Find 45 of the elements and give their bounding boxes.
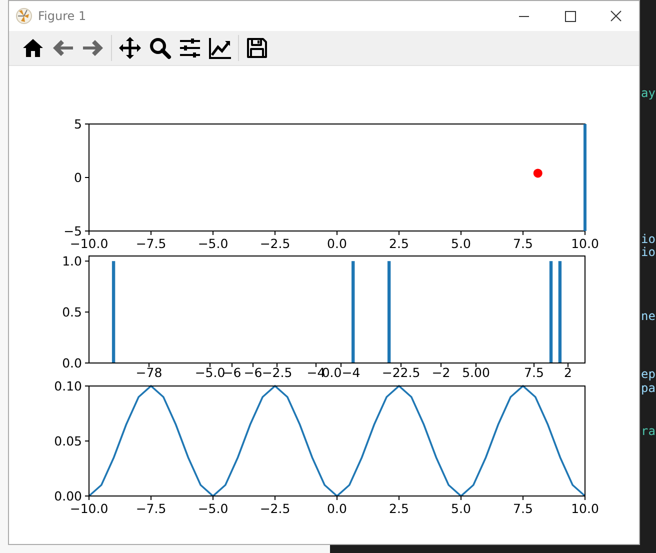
tick-label: 0 <box>74 170 82 185</box>
tick-label: −5.0 <box>194 365 226 379</box>
code-text: ep <box>641 367 656 381</box>
code-text: pa <box>641 381 656 395</box>
tick-label: 10.0 <box>571 501 599 516</box>
tick-label: 0.00 <box>54 488 82 504</box>
tick-label: 7.5 <box>513 501 533 516</box>
window-title: Figure 1 <box>38 9 86 23</box>
tick-label: −6 <box>244 365 262 379</box>
tick-label: 0.10 <box>54 379 82 394</box>
tick-label: 0.0 <box>327 501 347 516</box>
tick-label: 2.5 <box>389 236 409 251</box>
tick-label: 5 <box>74 116 82 132</box>
tick-label: 0.0 <box>62 356 82 370</box>
tick-label: −2 <box>432 365 450 379</box>
tick-label: 0.05 <box>54 434 82 448</box>
tick-label: 7.5 <box>513 236 533 251</box>
tick-label: −7.5 <box>136 236 166 251</box>
tick-label: 2 <box>564 365 572 379</box>
tick-label: 5.0 <box>451 236 471 251</box>
tick-label: 7.5 <box>524 365 544 379</box>
tick-label: 5.00 <box>462 365 490 379</box>
tick-label: −78 <box>136 365 162 379</box>
tick-label: −22.5 <box>382 365 420 379</box>
tick-label: −5.0 <box>198 501 228 516</box>
code-text: ay <box>641 86 656 100</box>
tick-label: −5 <box>64 224 82 238</box>
tick-label: 0.0 <box>327 236 347 251</box>
code-text: ra <box>641 424 656 438</box>
tick-label: −7.5 <box>136 501 166 516</box>
tick-label: 10.0 <box>571 236 599 251</box>
tick-label: −6 <box>222 365 242 379</box>
tick-label: −2.5 <box>260 236 290 251</box>
tick-label: −5.0 <box>198 236 228 251</box>
tick-label: 2.5 <box>389 501 409 516</box>
tick-label: −2.5 <box>260 501 290 516</box>
code-text: io <box>641 245 656 259</box>
tick-label: −10.0 <box>70 501 108 516</box>
tick-label: 1.0 <box>62 254 82 269</box>
code-text: ne <box>641 309 656 323</box>
tick-label: −10.0 <box>70 236 108 251</box>
tick-label: 0.5 <box>62 304 82 320</box>
tick-label: 5.0 <box>451 501 471 516</box>
code-text: io <box>641 232 656 246</box>
tick-label: −2.5 <box>262 365 292 379</box>
